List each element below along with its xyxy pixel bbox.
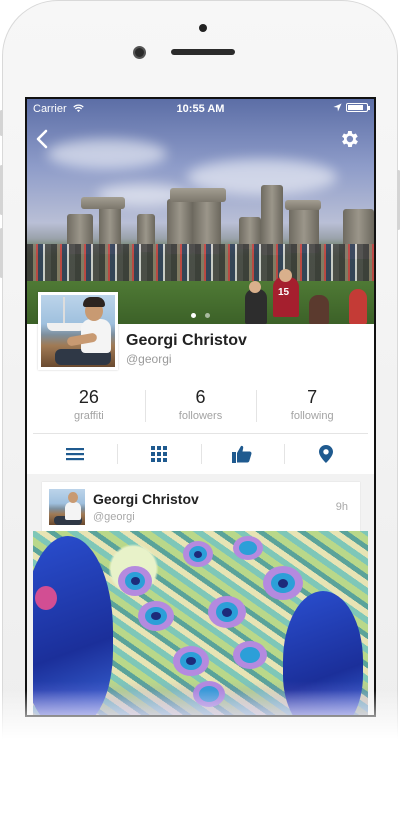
- page-dot: [204, 313, 210, 318]
- feather-eye: [131, 577, 140, 585]
- stat-value: 6: [195, 387, 206, 407]
- page-dot-active: [191, 313, 197, 318]
- location-arrow-icon: [333, 103, 342, 112]
- profile-tab-bar: [33, 440, 368, 468]
- profile-stats: 26 graffiti 6 followers 7 following: [33, 386, 368, 426]
- stat-graffiti[interactable]: 26 graffiti: [33, 386, 145, 426]
- profile-handle: @georgi: [126, 352, 172, 366]
- status-bar: Carrier 10:55 AM: [27, 99, 374, 119]
- stat-label: graffiti: [73, 410, 104, 422]
- profile-avatar[interactable]: [38, 292, 118, 370]
- stat-following[interactable]: 7 following: [256, 386, 368, 426]
- divider: [33, 433, 368, 434]
- stat-value: 7: [307, 387, 318, 407]
- post-author-avatar[interactable]: [49, 489, 85, 525]
- lintel-stone: [285, 200, 321, 210]
- volume-up-button: [0, 165, 3, 215]
- mute-switch: [0, 110, 3, 136]
- person-head: [279, 269, 292, 282]
- feather-eye: [35, 586, 57, 610]
- chevron-left-icon: [36, 129, 48, 149]
- person-body: [65, 502, 81, 520]
- lintel-stone: [81, 197, 125, 209]
- boat-mast: [63, 297, 65, 325]
- tab-grid[interactable]: [116, 440, 201, 468]
- lintel-stone: [170, 188, 226, 202]
- feather-eye: [239, 541, 257, 555]
- front-camera: [133, 46, 146, 59]
- volume-down-button: [0, 228, 3, 278]
- app-screen: 15 Carrier 10:55 AM Georgi Christov @geo…: [25, 97, 376, 717]
- feather-eye: [186, 657, 196, 665]
- crowd: [27, 244, 374, 284]
- cover-photo[interactable]: 15 Carrier 10:55 AM: [27, 99, 374, 324]
- settings-button[interactable]: [338, 128, 360, 150]
- clock: 10:55 AM: [176, 103, 225, 115]
- profile-name: Georgi Christov: [126, 332, 247, 349]
- feather-eye: [194, 551, 202, 558]
- gear-icon: [342, 131, 358, 147]
- person-head: [68, 492, 78, 503]
- battery-icon: [346, 103, 370, 112]
- post-author-name[interactable]: Georgi Christov: [93, 491, 199, 507]
- feather-eye: [151, 612, 161, 620]
- phone-bottom-fade: [0, 690, 400, 760]
- tab-map[interactable]: [284, 440, 368, 468]
- map-pin-icon: [319, 445, 334, 463]
- list-icon: [65, 448, 84, 461]
- status-right-group: [333, 103, 370, 112]
- boat: [47, 323, 85, 331]
- proximity-sensor: [199, 24, 207, 32]
- stat-followers[interactable]: 6 followers: [144, 386, 257, 426]
- earpiece-speaker: [171, 49, 235, 55]
- person-head: [249, 281, 261, 293]
- person-hair: [83, 297, 105, 307]
- stat-value: 26: [78, 387, 99, 407]
- post-author-handle: @georgi: [93, 511, 135, 523]
- feather-eye: [240, 647, 260, 663]
- post-timestamp: 9h: [335, 501, 348, 513]
- stat-label: followers: [178, 410, 223, 422]
- grid-icon: [150, 446, 167, 462]
- thumbs-up-icon: [232, 445, 252, 463]
- cloud: [47, 139, 167, 169]
- tab-likes[interactable]: [200, 440, 285, 468]
- feather-eye: [278, 579, 288, 588]
- back-button[interactable]: [33, 128, 53, 150]
- feather-eye: [222, 608, 232, 617]
- tab-list[interactable]: [33, 440, 117, 468]
- stat-label: following: [290, 410, 334, 422]
